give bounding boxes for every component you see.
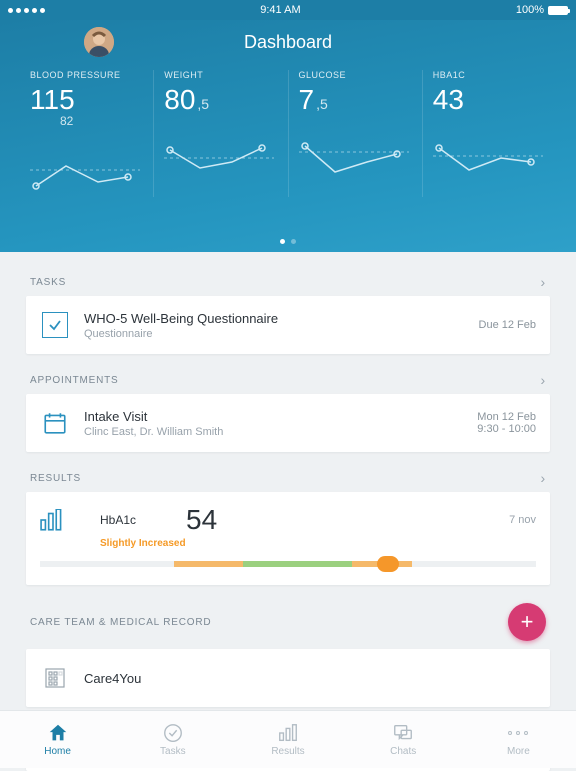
tab-more[interactable]: More: [461, 711, 576, 768]
home-icon: [47, 722, 69, 744]
task-due: Due 12 Feb: [479, 319, 536, 331]
section-appointments-header[interactable]: APPOINTMENTS ›: [26, 360, 550, 394]
appointment-date: Mon 12 Feb: [477, 411, 536, 423]
metric-hba1c[interactable]: HBA1C 43: [423, 70, 556, 197]
tab-label: Results: [271, 746, 304, 757]
metric-label: HBA1C: [433, 70, 546, 80]
task-title: WHO-5 Well-Being Questionnaire: [84, 311, 479, 326]
metric-label: BLOOD PRESSURE: [30, 70, 143, 80]
tab-chats[interactable]: Chats: [346, 711, 461, 768]
sparkline-icon: [299, 128, 409, 178]
range-bar: [40, 561, 536, 567]
result-date: 7 nov: [509, 514, 536, 526]
avatar[interactable]: [84, 27, 114, 57]
task-subtitle: Questionnaire: [84, 328, 479, 340]
status-bar: 9:41 AM 100%: [0, 0, 576, 20]
tab-label: Tasks: [160, 746, 186, 757]
chat-icon: [392, 722, 414, 744]
appointment-card[interactable]: Intake Visit Clinc East, Dr. William Smi…: [26, 394, 550, 452]
tab-tasks[interactable]: Tasks: [115, 711, 230, 768]
tab-bar: Home Tasks Results Chats More: [0, 710, 576, 768]
checkbox-icon: [42, 312, 68, 338]
tab-label: More: [507, 746, 530, 757]
sparkline-icon: [164, 128, 274, 178]
range-marker-icon: [377, 556, 399, 572]
chevron-right-icon: ›: [541, 274, 546, 290]
appointment-time: 9:30 - 10:00: [477, 423, 536, 435]
chevron-right-icon: ›: [541, 470, 546, 486]
dashboard-hero: Dashboard BLOOD PRESSURE 115 82 WEIGHT 8…: [0, 20, 576, 252]
page-title: Dashboard: [244, 32, 332, 53]
status-time: 9:41 AM: [260, 4, 300, 16]
section-care-label: CARE TEAM & MEDICAL RECORD: [30, 617, 211, 628]
add-button[interactable]: +: [508, 603, 546, 641]
metric-weight[interactable]: WEIGHT 80,5: [154, 70, 288, 197]
metric-blood-pressure[interactable]: BLOOD PRESSURE 115 82: [20, 70, 154, 197]
task-card[interactable]: WHO-5 Well-Being Questionnaire Questionn…: [26, 296, 550, 354]
org-name: Care4You: [84, 671, 536, 686]
check-circle-icon: [162, 722, 184, 744]
metrics-row[interactable]: BLOOD PRESSURE 115 82 WEIGHT 80,5 GLUCOS…: [20, 70, 556, 197]
metric-label: WEIGHT: [164, 70, 277, 80]
appointment-title: Intake Visit: [84, 409, 477, 424]
tab-label: Home: [44, 746, 71, 757]
metric-label: GLUCOSE: [299, 70, 412, 80]
section-results-header[interactable]: RESULTS ›: [26, 458, 550, 492]
care-org-card[interactable]: Care4You: [26, 649, 550, 707]
result-card[interactable]: HbA1c 54 7 nov Slightly Increased: [26, 492, 550, 585]
section-tasks-header[interactable]: TASKS ›: [26, 262, 550, 296]
page-indicator[interactable]: [280, 239, 296, 244]
chevron-right-icon: ›: [541, 372, 546, 388]
battery-percent: 100%: [516, 4, 544, 16]
tab-results[interactable]: Results: [230, 711, 345, 768]
result-value: 54: [186, 504, 217, 536]
calendar-icon: [42, 410, 68, 436]
battery-icon: [548, 6, 568, 15]
section-label: RESULTS: [30, 473, 81, 484]
signal-dots-icon: [8, 8, 45, 13]
more-icon: [508, 722, 528, 744]
bar-chart-icon: [40, 509, 66, 531]
battery-indicator: 100%: [516, 4, 568, 16]
sparkline-icon: [433, 128, 543, 178]
tab-home[interactable]: Home: [0, 711, 115, 768]
result-name: HbA1c: [100, 513, 136, 527]
tab-label: Chats: [390, 746, 416, 757]
metric-glucose[interactable]: GLUCOSE 7,5: [289, 70, 423, 197]
bar-chart-icon: [277, 722, 299, 744]
sparkline-icon: [30, 142, 140, 192]
appointment-subtitle: Clinc East, Dr. William Smith: [84, 426, 477, 438]
section-label: TASKS: [30, 277, 66, 288]
result-flag: Slightly Increased: [100, 538, 536, 549]
building-icon: [43, 666, 67, 690]
section-label: APPOINTMENTS: [30, 375, 119, 386]
